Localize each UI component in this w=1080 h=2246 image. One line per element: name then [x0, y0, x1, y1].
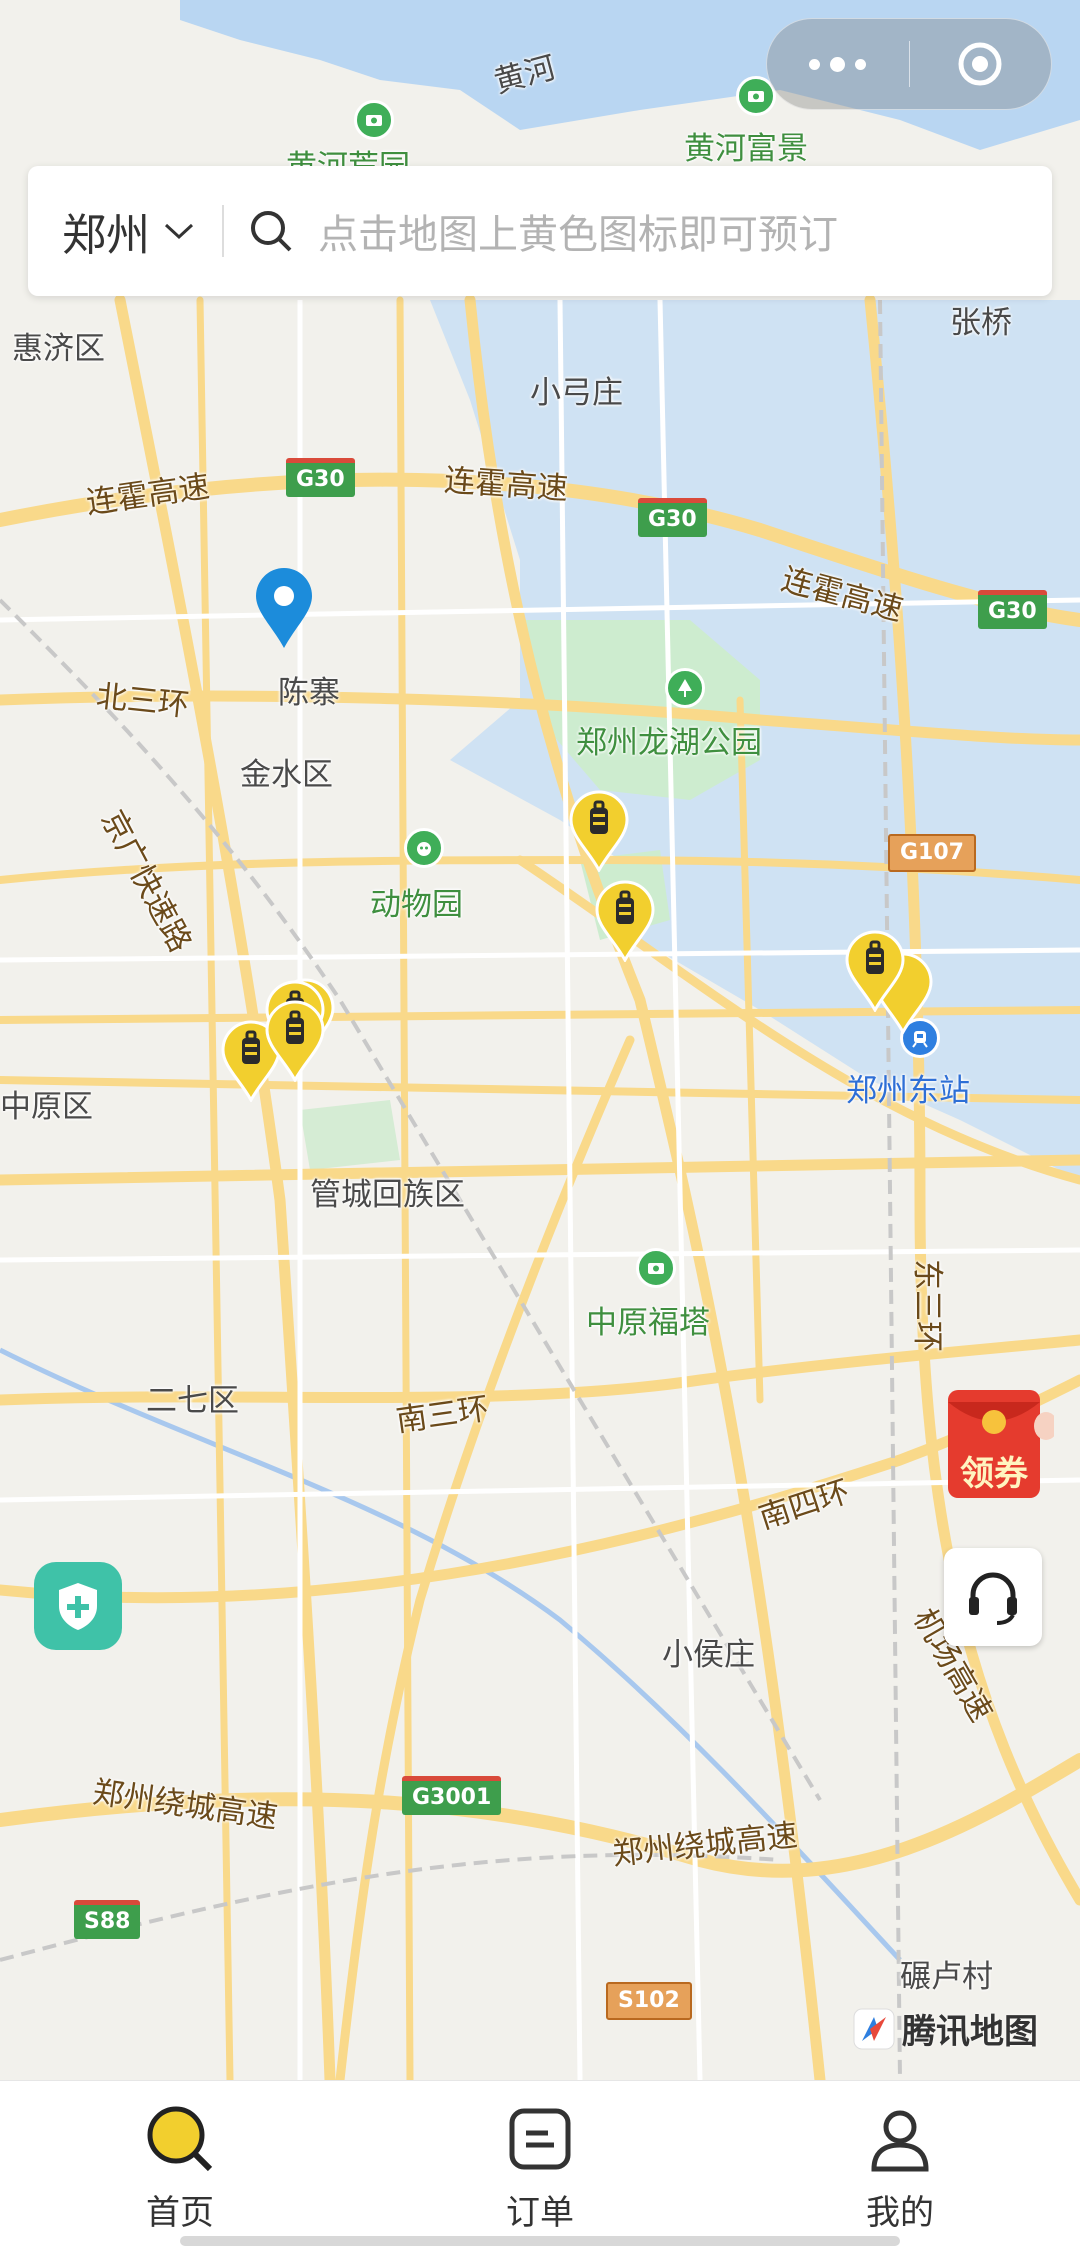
map-label: 中原区 — [0, 1089, 93, 1125]
customer-service-button[interactable] — [944, 1548, 1042, 1646]
map-label: 碾卢村 — [900, 1959, 993, 1995]
map-label: 黄河富景 — [684, 131, 808, 167]
scenic-icon — [354, 100, 394, 140]
road-shield: G30 — [638, 498, 707, 537]
search-icon — [147, 2106, 213, 2172]
search-divider — [222, 205, 224, 257]
map-label: 小弓庄 — [530, 375, 623, 411]
road-shield: S102 — [606, 1982, 692, 2020]
location-pin-icon[interactable] — [252, 566, 316, 650]
brand-label: 腾讯地图 — [902, 2012, 1038, 2052]
map-label: 惠济区 — [12, 331, 105, 367]
park-icon — [665, 668, 705, 708]
road-shield: G30 — [286, 458, 355, 497]
map-label: 二七区 — [146, 1383, 239, 1419]
more-dot-icon — [809, 58, 821, 70]
map-label: 动物园 — [370, 887, 463, 923]
more-dot-icon — [830, 56, 846, 72]
road-shield: G107 — [888, 834, 976, 872]
map-label: 郑州龙湖公园 — [576, 725, 762, 761]
map-label: 郑州东站 — [846, 1073, 970, 1109]
search-icon — [251, 211, 292, 252]
luggage-pin-icon[interactable] — [568, 790, 630, 872]
tab-home[interactable]: 首页 — [0, 2081, 360, 2246]
luggage-pin-icon[interactable] — [264, 1000, 326, 1082]
tab-label: 我的 — [866, 2193, 934, 2233]
more-button[interactable] — [767, 19, 909, 109]
headset-icon — [969, 1572, 1017, 1625]
coupon-label: 领券 — [960, 1454, 1028, 1494]
coupon-button[interactable]: 领券 — [944, 1380, 1058, 1502]
road-shield: S88 — [74, 1900, 141, 1939]
target-icon — [958, 42, 1002, 86]
tencent-map-logo: 腾讯地图 — [852, 2004, 1038, 2053]
shield-plus-icon — [59, 1583, 97, 1630]
city-label: 郑州 — [62, 210, 150, 261]
city-selector[interactable]: 郑州 — [28, 199, 222, 263]
luggage-pin-icon[interactable] — [844, 930, 906, 1012]
compass-icon — [853, 2008, 895, 2049]
map-label: 中原福塔 — [586, 1305, 710, 1341]
search-input[interactable]: 点击地图上黄色图标即可预订 — [318, 202, 838, 260]
map-label: 陈寨 — [278, 675, 340, 711]
user-icon — [871, 2110, 929, 2172]
luggage-pin-icon[interactable] — [594, 880, 656, 962]
tab-bar: 首页 订单 我的 — [0, 2080, 1080, 2246]
miniprogram-capsule — [766, 18, 1052, 110]
map-label: 管城回族区 — [310, 1177, 465, 1213]
map-view[interactable]: 黄河 黄河富景 黄河荒园 惠济区 张桥 小弓庄 连霍高速 连霍高速 连霍高速 陈… — [0, 0, 1080, 2080]
map-label: 张桥 — [950, 305, 1012, 341]
home-indicator — [180, 2236, 900, 2246]
tab-label: 订单 — [506, 2193, 574, 2233]
safety-button[interactable] — [34, 1562, 122, 1650]
map-label: 金水区 — [240, 757, 333, 793]
tab-profile[interactable]: 我的 — [720, 2081, 1080, 2246]
road-label: 连霍高速 — [442, 462, 570, 508]
order-icon — [509, 2108, 571, 2170]
more-dot-icon — [855, 58, 867, 70]
tab-label: 首页 — [146, 2193, 214, 2233]
road-label: 东三环 — [909, 1259, 945, 1352]
scenic-icon — [636, 1248, 676, 1288]
close-button[interactable] — [910, 19, 1052, 109]
chevron-down-icon — [164, 223, 194, 240]
tab-orders[interactable]: 订单 — [360, 2081, 720, 2246]
road-shield: G30 — [978, 590, 1047, 629]
map-label: 小侯庄 — [662, 1637, 755, 1673]
search-bar: 郑州 点击地图上黄色图标即可预订 — [28, 166, 1052, 296]
road-shield: G3001 — [402, 1776, 502, 1815]
zoo-icon — [404, 828, 444, 868]
